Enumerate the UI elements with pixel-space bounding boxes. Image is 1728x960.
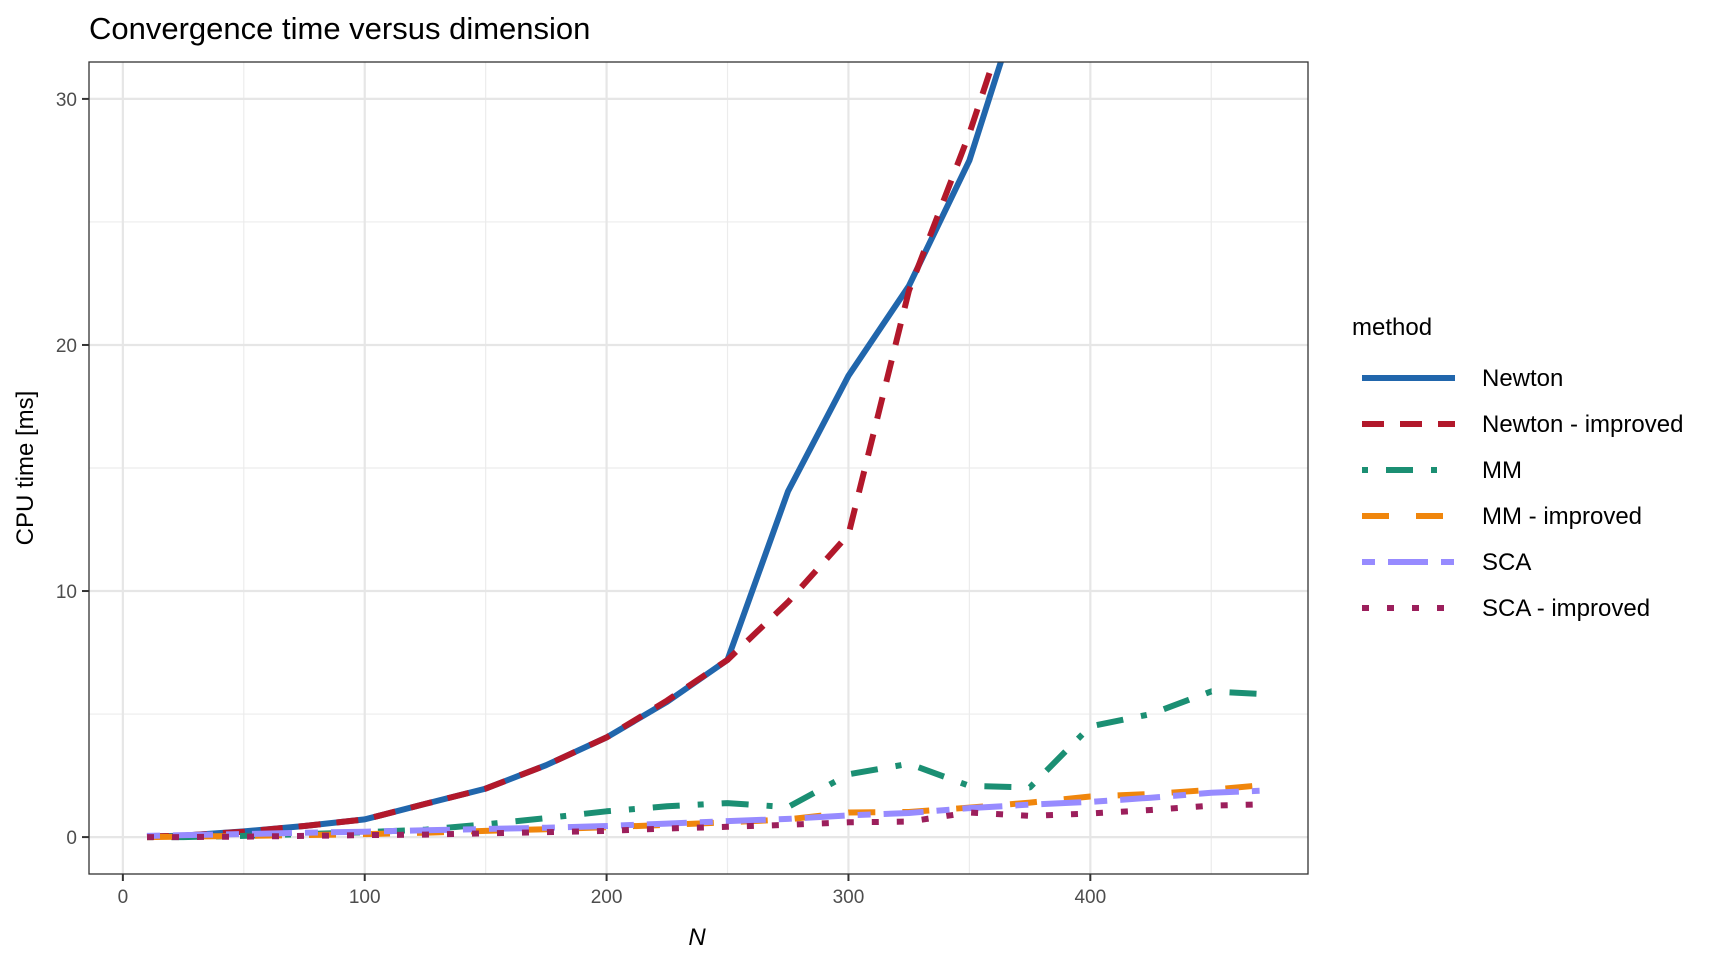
legend-title: method xyxy=(1352,314,1432,341)
x-axis-title: N xyxy=(688,924,706,951)
legend-label-mm-improved: MM - improved xyxy=(1482,503,1642,530)
x-tick-label: 100 xyxy=(349,887,381,908)
y-tick-label: 30 xyxy=(56,90,77,111)
legend: method Newton Newton - improved MM MM - imp… xyxy=(1352,314,1683,622)
x-tick-label: 400 xyxy=(1074,887,1106,908)
legend-label-sca: SCA xyxy=(1482,549,1531,576)
y-axis: 0 10 20 30 xyxy=(56,90,89,849)
x-tick-label: 300 xyxy=(833,887,865,908)
chart: Convergence time versus dimension 0 100 20… xyxy=(12,11,1683,951)
x-tick-label: 0 xyxy=(118,887,129,908)
legend-label-mm: MM xyxy=(1482,457,1522,484)
x-tick-label: 200 xyxy=(591,887,623,908)
x-axis: 0 100 200 300 400 xyxy=(118,874,1106,908)
chart-title: Convergence time versus dimension xyxy=(89,11,590,46)
legend-label-newton: Newton xyxy=(1482,365,1563,392)
y-tick-label: 20 xyxy=(56,336,77,357)
legend-label-newton-improved: Newton - improved xyxy=(1482,411,1683,438)
legend-label-sca-improved: SCA - improved xyxy=(1482,595,1650,622)
y-tick-label: 10 xyxy=(56,582,77,603)
y-tick-label: 0 xyxy=(66,828,77,849)
y-axis-title: CPU time [ms] xyxy=(12,391,39,546)
